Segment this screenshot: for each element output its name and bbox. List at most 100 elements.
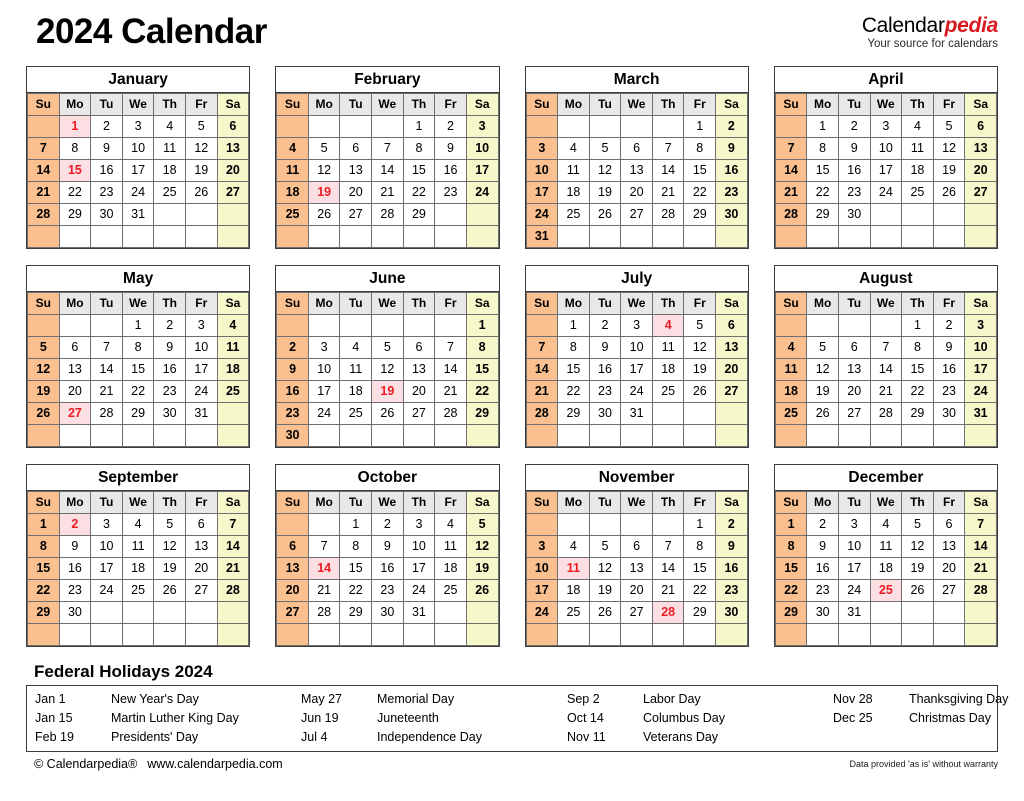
day-cell[interactable]: 1 xyxy=(774,513,808,536)
day-cell[interactable]: 9 xyxy=(58,535,92,558)
day-cell[interactable]: 28 xyxy=(27,203,60,226)
day-cell[interactable]: 28 xyxy=(651,203,685,226)
day-cell[interactable]: 23 xyxy=(806,579,839,602)
day-cell[interactable]: 14 xyxy=(371,159,404,182)
day-cell[interactable]: 4 xyxy=(869,513,903,536)
day-cell[interactable]: 26 xyxy=(588,601,622,624)
day-cell[interactable]: 16 xyxy=(932,358,966,381)
day-cell[interactable]: 19 xyxy=(153,557,186,580)
day-cell[interactable]: 15 xyxy=(901,358,934,381)
day-cell[interactable]: 29 xyxy=(557,402,590,425)
day-cell[interactable]: 14 xyxy=(434,358,467,381)
day-cell[interactable]: 14 xyxy=(869,358,903,381)
day-cell[interactable]: 12 xyxy=(588,159,622,182)
day-cell[interactable]: 14 xyxy=(964,535,997,558)
day-cell[interactable]: 10 xyxy=(402,535,436,558)
day-cell[interactable]: 16 xyxy=(153,358,186,381)
day-cell[interactable]: 31 xyxy=(964,402,997,425)
day-cell[interactable]: 14 xyxy=(651,557,685,580)
day-cell[interactable]: 10 xyxy=(465,137,499,160)
day-cell[interactable]: 4 xyxy=(774,336,808,359)
day-cell[interactable]: 27 xyxy=(715,380,748,403)
day-cell[interactable]: 6 xyxy=(964,115,997,138)
day-cell[interactable]: 9 xyxy=(715,137,748,160)
day-cell[interactable]: 3 xyxy=(525,535,559,558)
day-cell[interactable]: 24 xyxy=(869,181,903,204)
day-cell[interactable]: 21 xyxy=(27,181,60,204)
day-cell[interactable]: 25 xyxy=(434,579,467,602)
day-cell[interactable]: 19 xyxy=(184,159,218,182)
day-cell[interactable]: 22 xyxy=(339,579,373,602)
day-cell[interactable]: 21 xyxy=(216,557,250,580)
day-cell[interactable]: 31 xyxy=(525,225,559,248)
day-cell[interactable]: 10 xyxy=(90,535,123,558)
day-cell[interactable]: 5 xyxy=(683,314,717,337)
day-cell[interactable]: 22 xyxy=(465,380,499,403)
day-cell[interactable]: 24 xyxy=(90,579,123,602)
day-cell[interactable]: 6 xyxy=(402,336,436,359)
day-cell[interactable]: 22 xyxy=(402,181,436,204)
website-link[interactable]: www.calendarpedia.com xyxy=(147,757,283,771)
day-cell[interactable]: 17 xyxy=(184,358,218,381)
day-cell[interactable]: 1 xyxy=(901,314,934,337)
day-cell[interactable]: 24 xyxy=(402,579,436,602)
day-cell[interactable]: 3 xyxy=(869,115,903,138)
day-cell[interactable]: 17 xyxy=(307,380,341,403)
day-cell[interactable]: 17 xyxy=(964,358,997,381)
day-cell[interactable]: 25 xyxy=(216,380,250,403)
day-cell[interactable]: 7 xyxy=(525,336,559,359)
day-cell[interactable]: 1 xyxy=(683,115,717,138)
day-cell[interactable]: 24 xyxy=(307,402,341,425)
day-cell[interactable]: 14 xyxy=(307,557,341,580)
day-cell[interactable]: 16 xyxy=(90,159,123,182)
day-cell[interactable]: 5 xyxy=(27,336,60,359)
day-cell[interactable]: 18 xyxy=(869,557,903,580)
day-cell[interactable]: 29 xyxy=(339,601,373,624)
day-cell[interactable]: 26 xyxy=(371,402,404,425)
day-cell[interactable]: 22 xyxy=(58,181,92,204)
day-cell[interactable]: 20 xyxy=(620,181,653,204)
day-cell[interactable]: 18 xyxy=(651,358,685,381)
day-cell[interactable]: 9 xyxy=(276,358,309,381)
day-cell[interactable]: 20 xyxy=(932,557,966,580)
day-cell[interactable]: 30 xyxy=(153,402,186,425)
day-cell[interactable]: 4 xyxy=(216,314,250,337)
day-cell[interactable]: 3 xyxy=(307,336,341,359)
day-cell[interactable]: 19 xyxy=(806,380,839,403)
day-cell[interactable]: 10 xyxy=(964,336,997,359)
day-cell[interactable]: 27 xyxy=(58,402,92,425)
day-cell[interactable]: 6 xyxy=(932,513,966,536)
day-cell[interactable]: 2 xyxy=(806,513,839,536)
day-cell[interactable]: 29 xyxy=(402,203,436,226)
day-cell[interactable]: 11 xyxy=(121,535,155,558)
day-cell[interactable]: 13 xyxy=(932,535,966,558)
day-cell[interactable]: 13 xyxy=(339,159,373,182)
day-cell[interactable]: 25 xyxy=(901,181,934,204)
day-cell[interactable]: 17 xyxy=(121,159,155,182)
day-cell[interactable]: 8 xyxy=(402,137,436,160)
day-cell[interactable]: 2 xyxy=(276,336,309,359)
day-cell[interactable]: 25 xyxy=(651,380,685,403)
day-cell[interactable]: 7 xyxy=(27,137,60,160)
day-cell[interactable]: 27 xyxy=(932,579,966,602)
day-cell[interactable]: 22 xyxy=(683,579,717,602)
day-cell[interactable]: 12 xyxy=(307,159,341,182)
day-cell[interactable]: 26 xyxy=(153,579,186,602)
day-cell[interactable]: 30 xyxy=(276,424,309,447)
day-cell[interactable]: 12 xyxy=(184,137,218,160)
day-cell[interactable]: 27 xyxy=(837,402,871,425)
day-cell[interactable]: 11 xyxy=(276,159,309,182)
day-cell[interactable]: 15 xyxy=(27,557,60,580)
day-cell[interactable]: 20 xyxy=(620,579,653,602)
day-cell[interactable]: 1 xyxy=(557,314,590,337)
day-cell[interactable]: 13 xyxy=(402,358,436,381)
day-cell[interactable]: 3 xyxy=(465,115,499,138)
day-cell[interactable]: 28 xyxy=(651,601,685,624)
day-cell[interactable]: 24 xyxy=(525,601,559,624)
day-cell[interactable]: 16 xyxy=(806,557,839,580)
day-cell[interactable]: 2 xyxy=(715,115,748,138)
day-cell[interactable]: 13 xyxy=(184,535,218,558)
day-cell[interactable]: 13 xyxy=(620,557,653,580)
day-cell[interactable]: 28 xyxy=(371,203,404,226)
day-cell[interactable]: 2 xyxy=(371,513,404,536)
